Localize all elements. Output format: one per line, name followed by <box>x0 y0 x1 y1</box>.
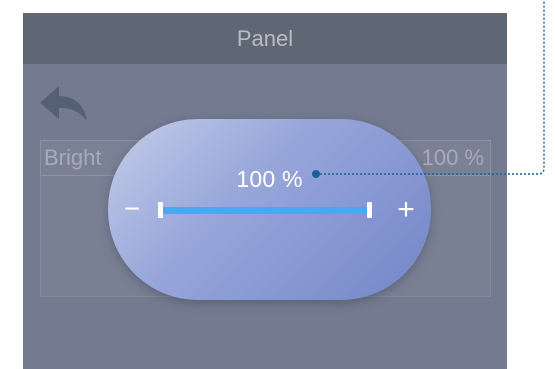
slider-min-cap <box>158 202 163 218</box>
brightness-slider[interactable] <box>158 202 372 218</box>
screen: Panel Bright 100 % 100 % − + <box>0 0 555 369</box>
brightness-label: Bright <box>44 145 102 170</box>
slider-handle[interactable] <box>367 202 372 218</box>
back-button[interactable] <box>37 81 89 127</box>
page-title: Panel <box>236 26 294 51</box>
callout-dot <box>312 170 320 178</box>
popup-value: 100 % <box>236 166 303 192</box>
minus-icon[interactable]: − <box>118 195 146 223</box>
header-bar: Panel <box>23 13 507 64</box>
back-arrow-icon <box>40 86 87 121</box>
plus-icon[interactable]: + <box>391 195 421 225</box>
brightness-popup: 100 % − + <box>108 119 431 300</box>
slider-fill <box>162 207 368 214</box>
